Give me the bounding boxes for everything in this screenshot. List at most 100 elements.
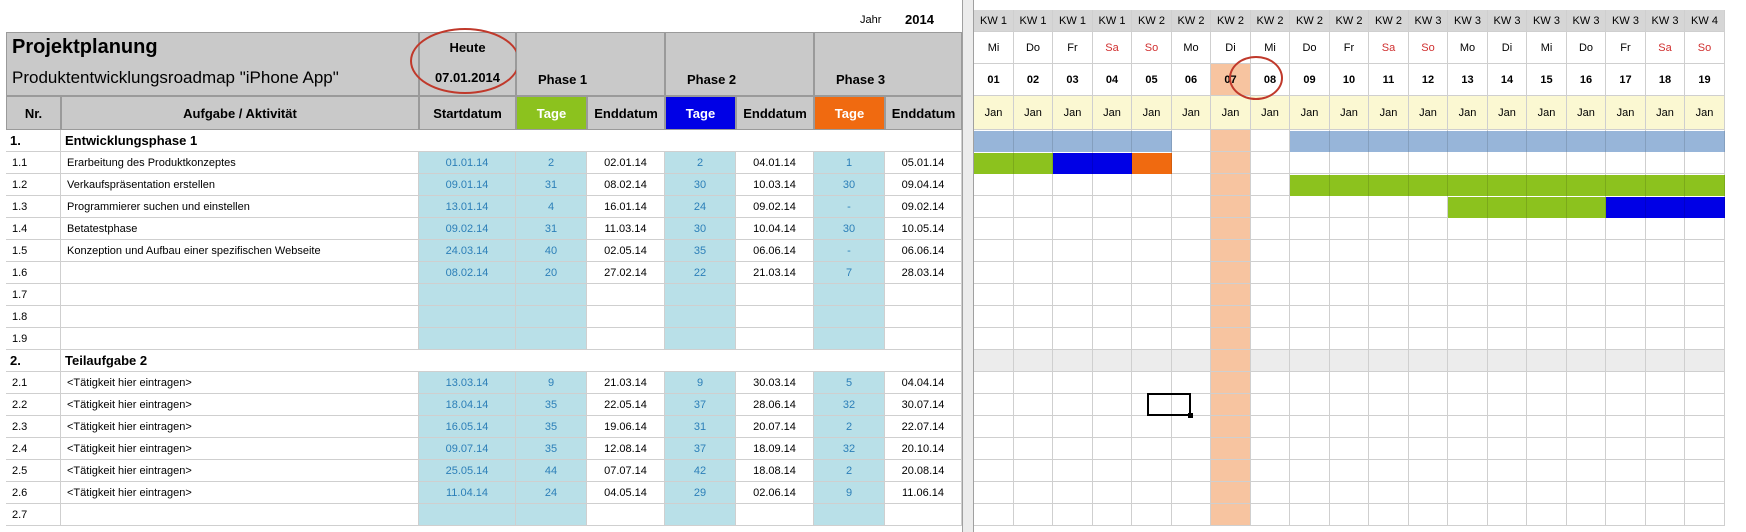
cell-e1[interactable]: 02.01.14 [587,152,665,174]
cell-task[interactable]: <Tätigkeit hier eintragen> [61,372,419,394]
gantt-cell[interactable] [1251,196,1290,218]
cell-task[interactable]: <Tätigkeit hier eintragen> [61,416,419,438]
gantt-cell[interactable] [1093,262,1132,284]
gantt-cell[interactable] [1488,482,1527,504]
gantt-cell[interactable] [1488,152,1527,174]
gantt-cell[interactable] [1409,394,1448,416]
gantt-cell[interactable] [1172,196,1211,218]
gantt-cell[interactable] [1567,460,1606,482]
gantt-cell[interactable] [1132,482,1172,504]
gantt-cell[interactable] [1172,504,1211,526]
gantt-cell[interactable] [1448,262,1488,284]
gantt-cell[interactable] [1606,152,1646,174]
gantt-cell[interactable] [1330,350,1369,372]
gantt-cell[interactable] [1646,416,1685,438]
gantt-cell[interactable] [1251,504,1290,526]
gantt-cell[interactable] [1448,482,1488,504]
gantt-cell[interactable] [1014,328,1053,350]
gantt-cell[interactable] [1132,438,1172,460]
gantt-cell[interactable] [1606,482,1646,504]
gantt-cell[interactable] [1527,504,1567,526]
cell-start[interactable]: 13.03.14 [419,372,516,394]
gantt-cell[interactable] [1448,438,1488,460]
cell-nr[interactable]: 2.3 [6,416,61,438]
gantt-cell[interactable] [1211,196,1251,218]
gantt-cell[interactable] [1646,372,1685,394]
gantt-cell[interactable] [1488,284,1527,306]
gantt-cell[interactable] [1211,350,1251,372]
gantt-cell[interactable] [1527,416,1567,438]
gantt-cell[interactable] [1014,504,1053,526]
cell-task[interactable]: <Tätigkeit hier eintragen> [61,482,419,504]
gantt-cell[interactable] [1685,328,1725,350]
cell-e2[interactable]: 18.08.14 [736,460,814,482]
gantt-cell[interactable] [1172,130,1211,152]
gantt-cell[interactable] [1369,460,1409,482]
cell-e2[interactable] [736,504,814,526]
gantt-cell[interactable] [1290,218,1330,240]
cell-t2[interactable]: 35 [665,240,736,262]
cell-t2[interactable] [665,328,736,350]
cell-start[interactable]: 25.05.14 [419,460,516,482]
gantt-cell[interactable] [1132,328,1172,350]
cell-t2[interactable]: 30 [665,218,736,240]
gantt-cell[interactable] [1369,482,1409,504]
cell-t3[interactable] [814,328,885,350]
gantt-cell[interactable] [1211,130,1251,152]
gantt-cell[interactable] [1567,350,1606,372]
gantt-cell[interactable] [1211,174,1251,196]
gantt-cell[interactable] [1448,218,1488,240]
gantt-cell[interactable] [1685,416,1725,438]
gantt-cell[interactable] [1093,284,1132,306]
gantt-cell[interactable] [974,438,1014,460]
gantt-cell[interactable] [1093,174,1132,196]
gantt-cell[interactable] [1567,482,1606,504]
gantt-cell[interactable] [1448,328,1488,350]
cell-e3[interactable]: 09.02.14 [885,196,962,218]
gantt-cell[interactable] [1132,416,1172,438]
gantt-cell[interactable] [1093,196,1132,218]
gantt-cell[interactable] [1488,438,1527,460]
gantt-cell[interactable] [1330,306,1369,328]
gantt-cell[interactable] [1172,350,1211,372]
cell-e1[interactable]: 07.07.14 [587,460,665,482]
gantt-cell[interactable] [1014,240,1053,262]
gantt-cell[interactable] [1448,284,1488,306]
gantt-cell[interactable] [1132,284,1172,306]
gantt-cell[interactable] [1330,196,1369,218]
gantt-cell[interactable] [1172,416,1211,438]
gantt-cell[interactable] [1646,460,1685,482]
cell-task[interactable] [61,328,419,350]
gantt-cell[interactable] [1369,394,1409,416]
gantt-cell[interactable] [1488,306,1527,328]
gantt-cell[interactable] [1448,350,1488,372]
gantt-cell[interactable] [1527,262,1567,284]
cell-t3[interactable]: 5 [814,372,885,394]
gantt-cell[interactable] [1251,152,1290,174]
cell-e1[interactable] [587,284,665,306]
gantt-cell[interactable] [1093,240,1132,262]
cell-nr[interactable]: 1.7 [6,284,61,306]
gantt-cell[interactable] [1290,284,1330,306]
gantt-cell[interactable] [1685,460,1725,482]
cell-nr[interactable]: 2.5 [6,460,61,482]
cell-t2[interactable]: 22 [665,262,736,284]
gantt-cell[interactable] [1409,372,1448,394]
gantt-cell[interactable] [1330,482,1369,504]
gantt-cell[interactable] [1290,262,1330,284]
gantt-cell[interactable] [1567,218,1606,240]
cell-e1[interactable]: 02.05.14 [587,240,665,262]
gantt-cell[interactable] [1369,306,1409,328]
gantt-cell[interactable] [1527,240,1567,262]
cell-nr[interactable]: 2.4 [6,438,61,460]
gantt-cell[interactable] [1646,152,1685,174]
cell-e2[interactable] [736,306,814,328]
gantt-cell[interactable] [974,460,1014,482]
cell-t3[interactable]: 9 [814,482,885,504]
cell-task[interactable] [61,262,419,284]
gantt-cell[interactable] [1211,438,1251,460]
gantt-cell[interactable] [1014,350,1053,372]
cell-start[interactable] [419,328,516,350]
gantt-cell[interactable] [1527,328,1567,350]
cell-e2[interactable]: 18.09.14 [736,438,814,460]
